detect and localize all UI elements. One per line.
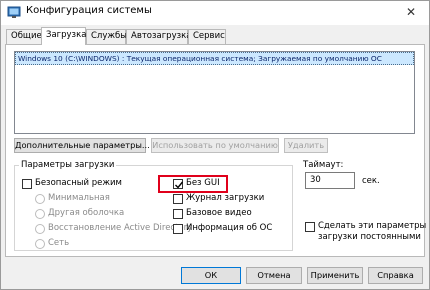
ok-button[interactable]: ОК: [181, 267, 241, 284]
system-config-icon: [7, 5, 21, 19]
os-info-label: Информация об ОС: [186, 223, 273, 233]
safe-boot-label: Безопасный режим: [35, 178, 122, 188]
tab-startup-label: Автозагрузка: [131, 31, 192, 41]
set-default-button[interactable]: Использовать по умолчанию: [151, 138, 279, 153]
os-list-item[interactable]: Windows 10 (C:\WINDOWS) : Текущая операц…: [15, 52, 414, 65]
radio-alternate-shell[interactable]: [35, 209, 45, 219]
safe-boot-checkbox[interactable]: [22, 179, 32, 189]
help-button[interactable]: Справка: [368, 267, 423, 284]
base-video-checkbox[interactable]: [173, 209, 183, 219]
timeout-unit: сек.: [362, 176, 380, 186]
highlight-box: [158, 175, 228, 193]
timeout-label: Таймаут:: [303, 160, 344, 170]
apply-button[interactable]: Применить: [307, 267, 363, 284]
boot-log-checkbox[interactable]: [173, 194, 183, 204]
close-icon: ✕: [405, 5, 417, 19]
cancel-button[interactable]: Отмена: [246, 267, 302, 284]
close-button[interactable]: ✕: [400, 3, 422, 21]
tab-tools[interactable]: Сервис: [188, 29, 226, 44]
make-permanent-label-line1: Сделать эти параметры: [318, 221, 427, 231]
boot-log-label: Журнал загрузки: [186, 193, 265, 203]
radio-alternate-shell-label: Другая оболочка: [48, 208, 125, 218]
radio-minimal[interactable]: [35, 194, 45, 204]
make-permanent-checkbox[interactable]: [305, 222, 315, 232]
make-permanent-label-line2: загрузки постоянными: [318, 232, 421, 242]
window-title: Конфигурация системы: [26, 5, 152, 16]
radio-ad-repair-label: Восстановление Active Directory: [48, 223, 193, 233]
radio-network-label: Сеть: [48, 238, 70, 248]
tab-general[interactable]: Общие: [6, 29, 42, 44]
tab-startup[interactable]: Автозагрузка: [126, 29, 192, 44]
tab-tools-label: Сервис: [193, 31, 225, 41]
timeout-input[interactable]: 30: [305, 172, 355, 189]
advanced-options-button[interactable]: Дополнительные параметры...: [14, 138, 150, 153]
tab-services-label: Службы: [91, 31, 128, 41]
tab-services[interactable]: Службы: [86, 29, 128, 44]
tab-boot[interactable]: Загрузка: [41, 27, 86, 45]
radio-network[interactable]: [35, 239, 45, 249]
radio-minimal-label: Минимальная: [48, 193, 110, 203]
radio-ad-repair[interactable]: [35, 224, 45, 234]
tab-boot-label: Загрузка: [46, 30, 87, 40]
delete-button[interactable]: Удалить: [284, 138, 328, 153]
boot-options-label: Параметры загрузки: [19, 160, 117, 170]
tab-general-label: Общие: [11, 31, 42, 41]
base-video-label: Базовое видео: [186, 208, 252, 218]
os-info-checkbox[interactable]: [173, 224, 183, 234]
